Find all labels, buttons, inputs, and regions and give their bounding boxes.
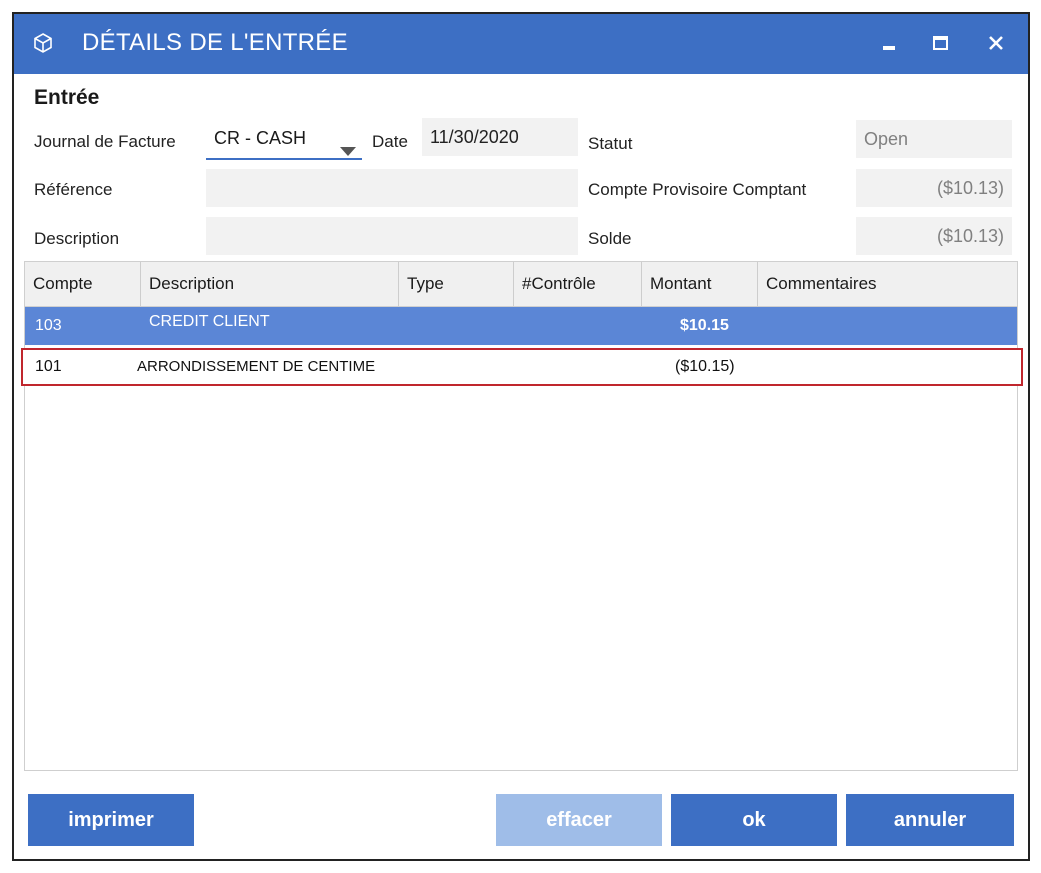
status-field: Open bbox=[856, 120, 1012, 158]
cell-montant: ($10.15) bbox=[675, 358, 735, 375]
compte-provisoire-field: ($10.13) bbox=[856, 169, 1012, 207]
column-header-commentaires[interactable]: Commentaires bbox=[758, 262, 1017, 306]
maximize-icon[interactable] bbox=[924, 28, 956, 58]
date-label: Date bbox=[372, 132, 408, 151]
solde-label: Solde bbox=[588, 229, 632, 248]
date-field[interactable]: 11/30/2020 bbox=[422, 118, 578, 156]
journal-value: CR - CASH bbox=[214, 128, 307, 148]
cube-icon bbox=[32, 32, 54, 54]
title-bar: DÉTAILS DE L'ENTRÉE bbox=[14, 14, 1028, 74]
section-title: Entrée bbox=[34, 86, 100, 109]
table-row[interactable]: 103 CREDIT CLIENT $10.15 bbox=[25, 307, 1017, 345]
cell-description: CREDIT CLIENT bbox=[149, 313, 270, 330]
description-field[interactable] bbox=[206, 217, 578, 255]
column-header-type[interactable]: Type bbox=[399, 262, 514, 306]
window-title: DÉTAILS DE L'ENTRÉE bbox=[82, 29, 348, 56]
cell-compte: 103 bbox=[35, 317, 62, 334]
grid-header: Compte Description Type #Contrôle Montan… bbox=[25, 262, 1017, 307]
cell-montant: $10.15 bbox=[680, 317, 729, 334]
column-header-controle[interactable]: #Contrôle bbox=[514, 262, 642, 306]
clear-button[interactable]: effacer bbox=[496, 794, 662, 846]
print-button[interactable]: imprimer bbox=[28, 794, 194, 846]
reference-field[interactable] bbox=[206, 169, 578, 207]
column-header-description[interactable]: Description bbox=[141, 262, 399, 306]
journal-label: Journal de Facture bbox=[34, 132, 176, 151]
column-header-montant[interactable]: Montant bbox=[642, 262, 758, 306]
reference-label: Référence bbox=[34, 180, 113, 199]
journal-select[interactable]: CR - CASH bbox=[206, 120, 362, 160]
entries-grid[interactable]: Compte Description Type #Contrôle Montan… bbox=[21, 261, 1023, 771]
chevron-down-icon bbox=[340, 133, 356, 156]
description-label: Description bbox=[34, 229, 120, 248]
cancel-button[interactable]: annuler bbox=[846, 794, 1014, 846]
column-header-compte[interactable]: Compte bbox=[25, 262, 141, 306]
entry-details-window: DÉTAILS DE L'ENTRÉE Entrée Journal de Fa… bbox=[12, 12, 1030, 861]
compte-provisoire-label: Compte Provisoire Comptant bbox=[588, 180, 807, 199]
solde-field: ($10.13) bbox=[856, 217, 1012, 255]
table-row[interactable]: 101 ARRONDISSEMENT DE CENTIME ($10.15) bbox=[21, 348, 1023, 386]
status-label: Statut bbox=[588, 134, 633, 153]
close-icon[interactable] bbox=[980, 28, 1012, 58]
cell-compte: 101 bbox=[35, 358, 62, 375]
cell-description: ARRONDISSEMENT DE CENTIME bbox=[137, 358, 376, 375]
ok-button[interactable]: ok bbox=[671, 794, 837, 846]
minimize-icon[interactable] bbox=[874, 28, 906, 58]
